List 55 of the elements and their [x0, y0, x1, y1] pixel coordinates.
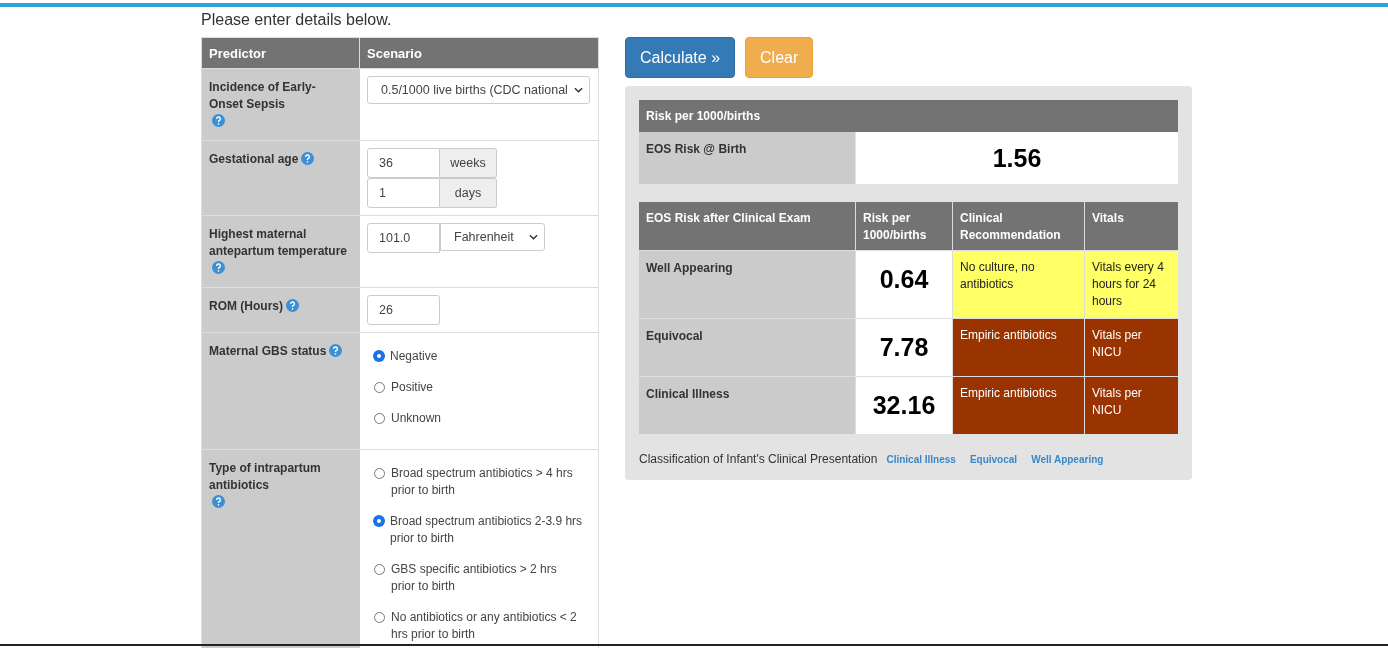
number-field[interactable]: 1: [367, 178, 440, 208]
hours-field[interactable]: 26: [367, 295, 440, 325]
predictor-label: Maternal GBS status: [209, 343, 327, 360]
unit-label: days: [440, 178, 497, 208]
column-header: EOS Risk after Clinical Exam: [639, 202, 855, 250]
risk-value: 32.16: [856, 377, 952, 434]
row-label: EOS Risk @ Birth: [639, 132, 855, 184]
table-header: Risk per 1000/births: [639, 100, 1178, 132]
unit-label: weeks: [440, 148, 497, 178]
calculate-button[interactable]: Calculate »: [625, 37, 736, 78]
chevron-down-icon: [574, 87, 583, 93]
unit-select[interactable]: Fahrenheit: [440, 223, 545, 251]
incidence-select[interactable]: 0.5/1000 live births (CDC national: [367, 76, 590, 104]
number-field[interactable]: 36: [367, 148, 440, 178]
vitals-cell: Vitals every 4 hours for 24 hours: [1085, 251, 1178, 318]
chevron-down-icon: [529, 234, 538, 240]
option-label: Negative: [390, 348, 438, 365]
risk-value: 0.64: [856, 251, 952, 318]
option-label: Broad spectrum antibiotics 2-3.9 hrs prior to birth: [390, 513, 584, 547]
option-label: Unknown: [391, 410, 442, 427]
row-label: Equivocal: [639, 319, 855, 376]
temperature-field[interactable]: 101.0: [367, 223, 440, 253]
predictor-label: Gestational age: [209, 151, 299, 168]
predictor-label: Highest maternal antepartum temperature: [209, 226, 349, 260]
option-label: Broad spectrum antibiotics > 4 hrs prior to birth: [391, 465, 574, 499]
option-label: No antibiotics or any antibiotics < 2 hrs prior to birth: [391, 609, 578, 643]
option-label: Positive: [391, 379, 434, 396]
intro-text: Please enter details below.: [201, 11, 393, 29]
predictor-label: Incidence of Early-Onset Sepsis: [209, 79, 317, 113]
help-icon[interactable]: [212, 495, 225, 508]
risk-value: 7.78: [856, 319, 952, 376]
column-header: Scenario: [366, 45, 423, 63]
classification-label: Classification of Infant's Clinical Presentation: [639, 452, 878, 466]
help-icon[interactable]: [301, 152, 315, 165]
vitals-cell: Vitals per NICU: [1085, 377, 1178, 434]
column-header: Predictor: [202, 38, 360, 68]
column-header: Risk per 1000/births: [856, 202, 952, 250]
recommendation-cell: No culture, no antibiotics: [953, 251, 1084, 318]
column-header: Vitals: [1085, 202, 1178, 250]
predictor-label: ROM (Hours): [209, 298, 283, 315]
column-header: Clinical Recommendation: [953, 202, 1084, 250]
recommendation-cell: Empiric antibiotics: [953, 377, 1084, 434]
option-label: GBS specific antibiotics > 2 hrs prior to birth: [391, 561, 558, 595]
row-label: Well Appearing: [639, 251, 855, 318]
help-icon[interactable]: [212, 261, 225, 274]
help-icon[interactable]: [329, 344, 343, 357]
predictor-label: Type of intrapartum antibiotics: [209, 460, 322, 494]
help-icon[interactable]: [212, 114, 225, 127]
help-icon[interactable]: [286, 299, 299, 312]
risk-value: 1.56: [856, 132, 1178, 184]
radio-button[interactable]: [374, 351, 384, 361]
row-label: Clinical Illness: [639, 377, 855, 434]
vitals-cell: Vitals per NICU: [1085, 319, 1178, 376]
radio-button[interactable]: [374, 516, 384, 526]
recommendation-cell: Empiric antibiotics: [953, 319, 1084, 376]
